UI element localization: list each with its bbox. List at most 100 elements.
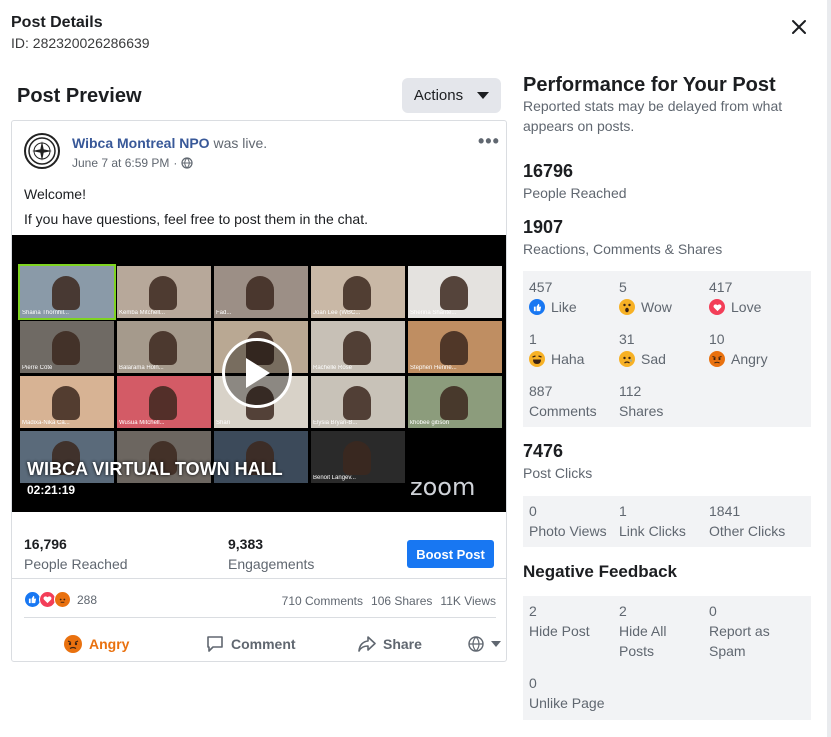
reaction-cell-like: 457 Like <box>529 279 577 315</box>
play-icon <box>246 358 270 388</box>
video-participant-tile: Wusua Mitchell... <box>117 376 211 428</box>
audience-selector[interactable] <box>468 636 501 652</box>
angry-reaction-button[interactable]: Angry <box>64 635 129 653</box>
engagements-label: Engagements <box>228 556 315 572</box>
more-options-icon[interactable]: ••• <box>478 131 500 152</box>
play-button[interactable] <box>222 338 292 408</box>
participant-name: Rachelle Rose <box>313 365 353 371</box>
caret-down-icon <box>477 91 490 99</box>
shares-count[interactable]: 106 Shares <box>371 594 432 608</box>
negative-feedback-title: Negative Feedback <box>523 562 678 581</box>
reached-value: 16,796 <box>24 536 67 552</box>
participant-silhouette <box>149 386 177 420</box>
actions-label: Actions <box>413 87 464 104</box>
rcs-total-label: Reactions, Comments & Shares <box>523 241 723 257</box>
video-participant-tile: Benoit Langev... <box>311 431 405 483</box>
participant-silhouette <box>343 276 371 310</box>
engagement-counts: 710 Comments 106 Shares 11K Views <box>282 594 496 608</box>
page-avatar[interactable] <box>24 133 60 169</box>
post-id: ID: 282320026286639 <box>11 35 150 51</box>
dialog-title: Post Details <box>11 14 103 31</box>
actions-dropdown-button[interactable]: Actions <box>402 78 501 113</box>
unlike-page-cell: 0 Unlike Page <box>529 675 605 711</box>
participant-silhouette <box>440 331 468 365</box>
reached-total-label: People Reached <box>523 185 627 201</box>
link-clicks-cell: 1 Link Clicks <box>619 503 686 539</box>
page-name-link[interactable]: Wibca Montreal NPO <box>72 135 210 151</box>
comment-icon <box>207 636 223 652</box>
video-participant-tile: Joan Lee (WBC... <box>311 266 405 318</box>
participant-name: Benoit Langev... <box>313 475 356 481</box>
shares-cell: 112 Shares <box>619 383 664 419</box>
video-player[interactable]: Shaina Thornhil... Kemba Mitchell... Fad..… <box>12 235 506 512</box>
angry-icon <box>64 635 82 653</box>
participant-name: Shari <box>216 420 231 426</box>
hide-all-posts-cell: 2 Hide All Posts <box>619 603 667 659</box>
post-author-line: Wibca Montreal NPO was live. <box>72 135 267 151</box>
post-timestamp: June 7 at 6:59 PM · <box>72 156 194 170</box>
video-title-overlay: WIBCA VIRTUAL TOWN HALL <box>27 459 283 479</box>
clicks-breakdown: 0 Photo Views 1 Link Clicks 1841 Other C… <box>523 496 811 547</box>
video-participant-tile: Kemba Mitchell... <box>117 266 211 318</box>
angry-label: Angry <box>89 636 130 652</box>
video-participant-tile: Sherina Shante... <box>408 266 502 318</box>
rcs-total: 1907 <box>523 217 564 237</box>
caret-down-icon <box>491 641 501 647</box>
share-label: Share <box>383 636 422 652</box>
post-details-header: Post Details ID: 282320026286639 <box>11 14 150 51</box>
engagements-value: 9,383 <box>228 536 264 552</box>
participant-name: Sherina Shante... <box>410 310 457 316</box>
share-button[interactable]: Share <box>358 635 422 653</box>
reaction-cell-haha: 1 Haha <box>529 331 585 367</box>
comments-cell: 887 Comments <box>529 383 597 419</box>
reaction-icons[interactable]: 288 <box>24 591 97 608</box>
reaction-cell-sad: 31 Sad <box>619 331 666 367</box>
post-message-line: If you have questions, feel free to post… <box>24 211 368 227</box>
participant-name: Fad... <box>216 310 232 316</box>
participant-name: Kemba Mitchell... <box>119 310 166 316</box>
boost-post-button[interactable]: Boost Post <box>407 540 494 568</box>
close-button[interactable] <box>786 14 812 40</box>
post-time-text[interactable]: June 7 at 6:59 PM <box>72 156 169 170</box>
comment-label: Comment <box>231 636 296 652</box>
zoom-watermark: zoom <box>410 473 476 501</box>
video-participant-tile: Rachelle Rose <box>311 321 405 373</box>
participant-name: Shaina Thornhil... <box>22 310 69 316</box>
reaction-count: 288 <box>77 592 98 607</box>
hide-post-cell: 2 Hide Post <box>529 603 590 639</box>
participant-silhouette <box>343 386 371 420</box>
negative-feedback-breakdown: 2 Hide Post 2 Hide All Posts 0 Report as… <box>523 596 811 720</box>
participant-name: khobee gibson <box>410 420 450 426</box>
clicks-total-label: Post Clicks <box>523 465 593 481</box>
post-action-bar: Angry Comment Share <box>24 629 501 659</box>
participant-silhouette <box>52 331 80 365</box>
post-stats-row: 16,796 People Reached 9,383 Engagements … <box>12 526 506 579</box>
reached-label: People Reached <box>24 556 128 572</box>
participant-silhouette <box>440 276 468 310</box>
reached-total: 16796 <box>523 161 574 181</box>
globe-icon <box>181 157 194 169</box>
participant-name: Madixa-Nika Ca... <box>22 420 70 426</box>
participant-name: Pierre Côté <box>22 365 53 371</box>
compass-logo-icon <box>28 137 56 165</box>
participant-silhouette <box>52 276 80 310</box>
video-participant-tile: Elysia Bryan-B... <box>311 376 405 428</box>
participant-name: Elysia Bryan-B... <box>313 420 358 426</box>
live-status: was live. <box>213 135 268 151</box>
comments-count[interactable]: 710 Comments <box>282 594 363 608</box>
performance-title: Performance for Your Post <box>523 74 776 96</box>
post-preview-title: Post Preview <box>17 85 142 107</box>
participant-silhouette <box>149 331 177 365</box>
video-duration: 02:21:19 <box>27 483 76 497</box>
reaction-cell-angry: 10 Angry <box>709 331 768 367</box>
scrollbar-track[interactable] <box>827 0 831 737</box>
reaction-cell-love: 417 Love <box>709 279 762 315</box>
comment-button[interactable]: Comment <box>206 635 296 653</box>
video-participant-tile: Balarama Holn... <box>117 321 211 373</box>
video-participant-tile: Shaina Thornhil... <box>18 264 116 320</box>
views-count[interactable]: 11K Views <box>440 594 496 608</box>
participant-name: Joan Lee (WBC... <box>313 310 361 316</box>
post-card: Wibca Montreal NPO was live. June 7 at 6… <box>11 120 507 662</box>
photo-views-cell: 0 Photo Views <box>529 503 607 539</box>
post-message: Welcome! If you have questions, feel fre… <box>24 182 368 232</box>
